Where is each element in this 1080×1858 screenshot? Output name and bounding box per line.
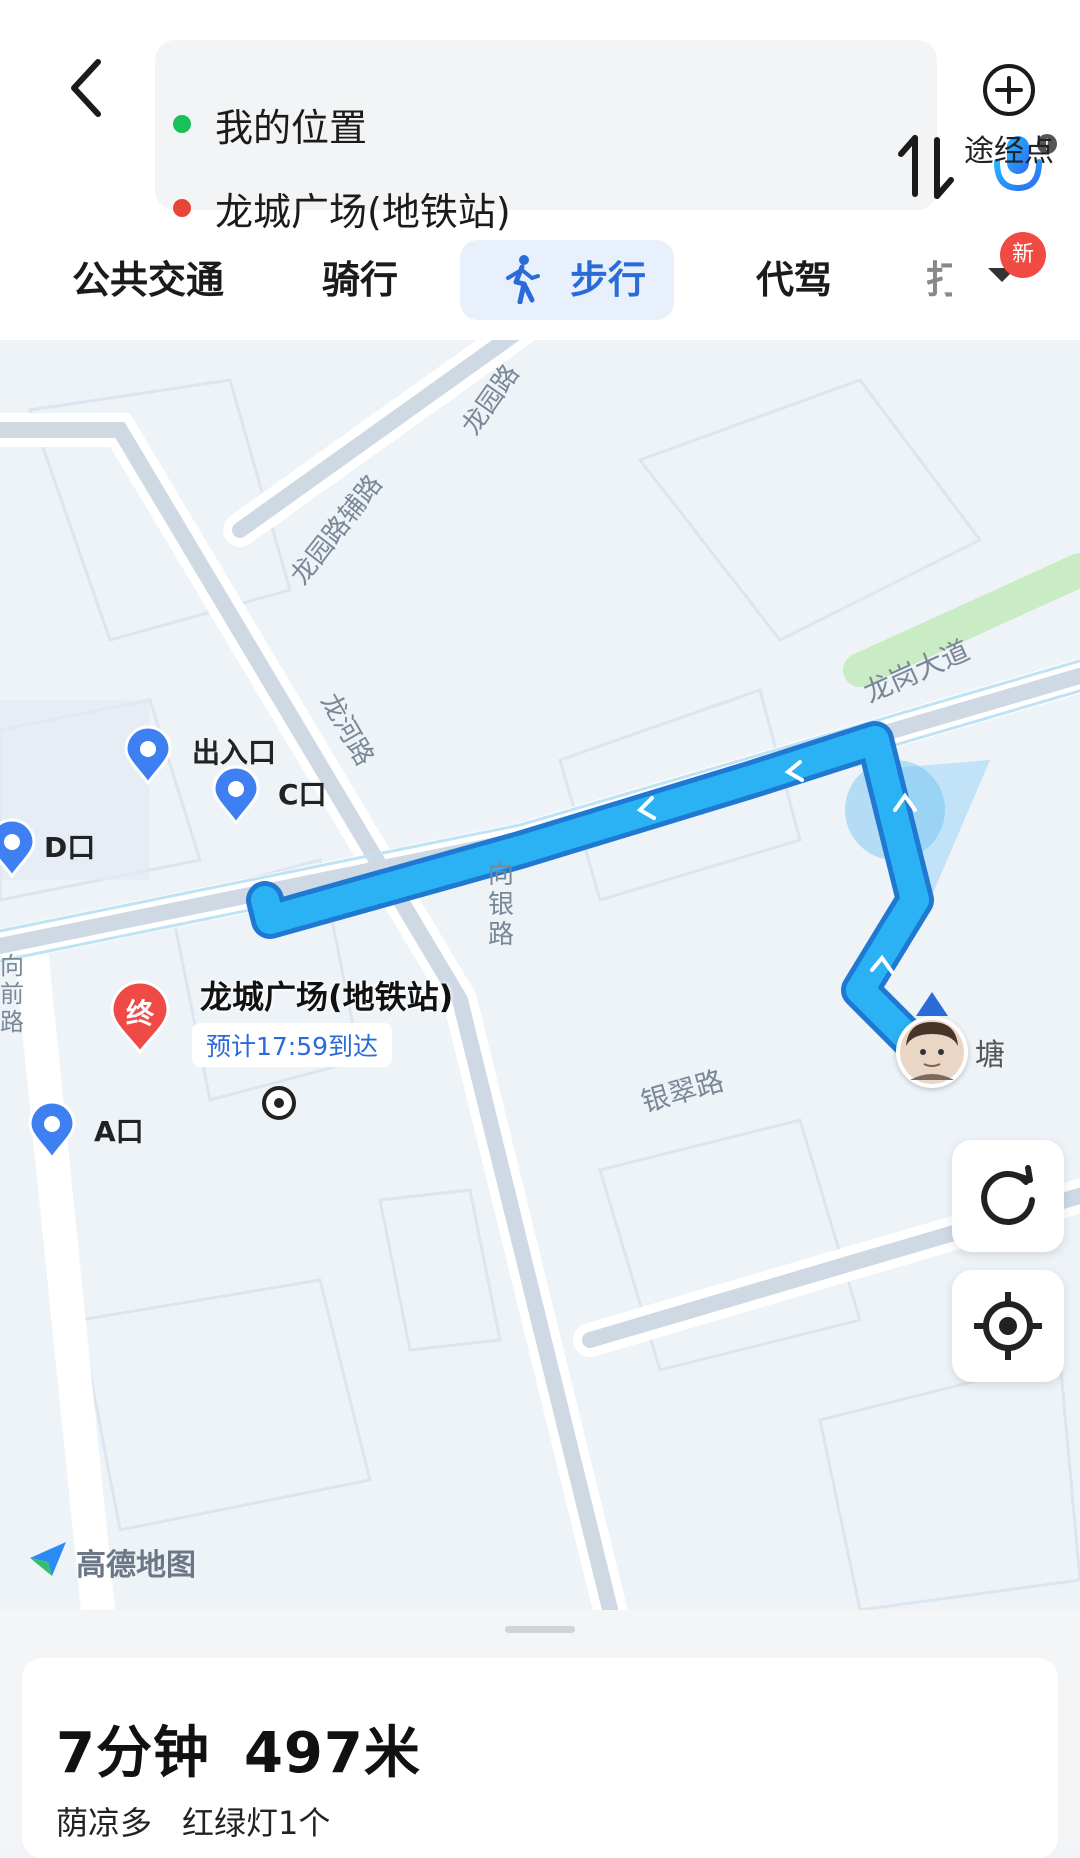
eta-label: 预计17:59到达 xyxy=(192,1023,393,1067)
destination-dot xyxy=(173,199,191,217)
destination-text: 龙城广场(地铁站) xyxy=(215,189,511,234)
current-location-avatar[interactable] xyxy=(896,1016,968,1088)
map-pin-icon xyxy=(212,765,260,825)
add-waypoint-button[interactable]: 途经点 xyxy=(950,62,1068,182)
map-pin-icon xyxy=(28,1100,76,1160)
destination-map-label: 龙城广场(地铁站) xyxy=(200,978,454,1016)
chevron-left-icon xyxy=(71,59,101,117)
waypoint-label: 途经点 xyxy=(964,134,1054,169)
destination-marker[interactable]: 终 xyxy=(108,980,172,1054)
new-badge: 新 xyxy=(1000,232,1046,278)
route-start-marker xyxy=(262,1086,296,1120)
route-tag: 荫凉多 xyxy=(56,1804,153,1842)
map-pin-icon xyxy=(0,818,36,878)
map-pin-icon xyxy=(124,725,172,785)
destination-field[interactable]: 龙城广场(地铁站) xyxy=(173,180,511,236)
tab-cycling[interactable]: 骑行 xyxy=(322,240,398,320)
refresh-icon xyxy=(981,1165,1035,1225)
heading-arrow-icon xyxy=(916,992,948,1016)
origin-dot xyxy=(173,115,191,133)
travel-mode-tabs: 公共交通 骑行 步行 代驾 打 xyxy=(0,230,1080,326)
avatar xyxy=(900,1020,964,1084)
walking-person-icon xyxy=(506,255,540,304)
top-bar: 我的位置 龙城广场(地铁站) ! 途经点 公共交通 骑行 步行 代驾 打 新 xyxy=(0,0,1080,340)
duration: 7分钟 xyxy=(56,1721,210,1786)
marker-label: A口 xyxy=(94,1115,144,1148)
tab-walking[interactable]: 步行 xyxy=(460,240,674,320)
poi-label: 塘 xyxy=(975,1038,1005,1073)
locate-icon xyxy=(974,1292,1042,1360)
back-button[interactable] xyxy=(52,52,124,124)
tab-designated-driver[interactable]: 代驾 xyxy=(756,240,832,320)
marker-label: D口 xyxy=(44,831,96,864)
road-label: 向前路 xyxy=(0,952,24,1036)
refresh-route-button[interactable] xyxy=(952,1140,1064,1252)
plus-circle-icon xyxy=(983,64,1035,116)
map-view[interactable]: 龙园路 龙园路辅路 龙河路 龙岗大道 向银路 银翠路 向前路 出入口 C口 D口… xyxy=(0,340,1080,1630)
route-summary-card[interactable]: 7分钟 497米 荫凉多 红绿灯1个 xyxy=(22,1658,1058,1858)
drag-handle[interactable] xyxy=(505,1626,575,1633)
amap-logo-text: 高德地图 xyxy=(76,1548,196,1583)
swap-icon xyxy=(898,135,954,199)
tab-walking-label: 步行 xyxy=(570,258,647,302)
route-input-box: 我的位置 龙城广场(地铁站) ! xyxy=(155,40,1057,234)
route-summary-panel[interactable]: 7分钟 497米 荫凉多 红绿灯1个 xyxy=(0,1610,1080,1858)
amap-logo-icon xyxy=(30,1542,66,1576)
locate-me-button[interactable] xyxy=(952,1270,1064,1382)
tab-public-transit[interactable]: 公共交通 xyxy=(72,240,224,320)
origin-field[interactable]: 我的位置 xyxy=(173,96,367,152)
route-summary-main: 7分钟 497米 xyxy=(56,1708,455,1789)
road-label: 向银路 xyxy=(488,860,515,950)
tab-more-partial[interactable]: 打 xyxy=(926,240,952,320)
route-tags: 荫凉多 红绿灯1个 xyxy=(56,1798,360,1844)
route-tag: 红绿灯1个 xyxy=(182,1804,331,1842)
distance: 497米 xyxy=(243,1721,421,1786)
end-pin-label: 终 xyxy=(125,997,154,1030)
swap-route-button[interactable] xyxy=(895,132,957,202)
origin-text: 我的位置 xyxy=(215,105,368,150)
marker-label: C口 xyxy=(278,778,327,811)
